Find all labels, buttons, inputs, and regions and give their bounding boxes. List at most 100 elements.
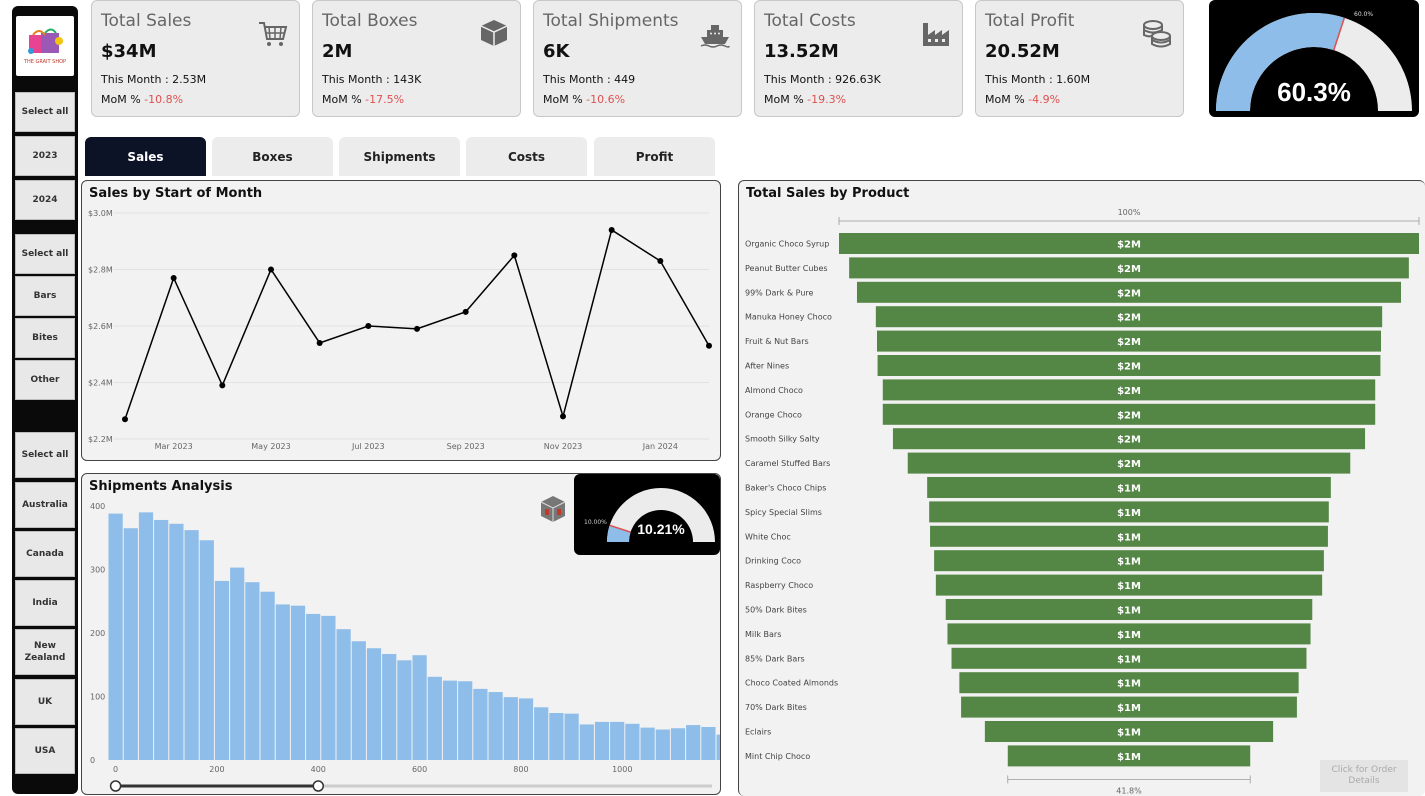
- category-select-all-button[interactable]: Select all: [15, 234, 75, 274]
- kpi-value: 13.52M: [764, 41, 839, 62]
- tab-profit[interactable]: Profit: [594, 137, 715, 176]
- kpi-mom-value: -10.8%: [144, 93, 184, 106]
- country-australia-button[interactable]: Australia: [15, 482, 75, 528]
- tab-costs[interactable]: Costs: [466, 137, 587, 176]
- product-label: 99% Dark & Pure: [745, 288, 814, 297]
- product-label: 85% Dark Bars: [745, 654, 805, 663]
- x-tick-label: 1000: [612, 765, 632, 774]
- product-data-label: $1M: [1117, 728, 1141, 739]
- sales-data-point: [414, 325, 420, 332]
- histogram-bar: [458, 681, 473, 760]
- range-slider-start-handle[interactable]: [109, 780, 122, 792]
- tab-sales[interactable]: Sales: [85, 137, 206, 176]
- histogram-bar: [397, 660, 412, 760]
- kpi-card-total-costs: Total Costs 13.52M This Month : 926.63K …: [754, 0, 963, 117]
- histogram-bar: [427, 676, 442, 760]
- histogram-bar: [169, 523, 184, 760]
- histogram-bar: [610, 721, 625, 760]
- kpi-card-total-profit: Total Profit 20.52M This Month : 1.60M M…: [975, 0, 1184, 117]
- category-other-button[interactable]: Other: [15, 360, 75, 400]
- sales-by-product-funnel-chart[interactable]: 100% Organic Choco Syrup $2M Peanut Butter …: [739, 181, 1425, 796]
- product-label: 70% Dark Bites: [745, 703, 807, 712]
- product-label: 50% Dark Bites: [745, 606, 807, 615]
- range-slider-end-handle[interactable]: [312, 780, 325, 792]
- gauge-target-label: 10.00%: [584, 519, 607, 526]
- sales-data-point: [268, 266, 274, 273]
- product-label: Mint Chip Choco: [745, 752, 810, 761]
- country-select-all-button[interactable]: Select all: [15, 432, 75, 478]
- country-uk-button[interactable]: UK: [15, 679, 75, 725]
- gauge-target-label: 60.0%: [1354, 11, 1373, 18]
- product-label: Fruit & Nut Bars: [745, 337, 809, 346]
- profit-margin-gauge: 60.0% 60.3%: [1209, 0, 1419, 117]
- x-tick-label: 600: [412, 765, 427, 774]
- kpi-mom: MoM % -10.6%: [543, 93, 625, 106]
- country-new-zealand-button[interactable]: New Zealand: [15, 629, 75, 675]
- country-usa-button[interactable]: USA: [15, 728, 75, 774]
- product-data-label: $1M: [1117, 703, 1141, 714]
- histogram-bar: [230, 567, 245, 760]
- histogram-bar: [336, 629, 351, 760]
- product-label: Eclairs: [745, 728, 771, 737]
- product-data-label: $2M: [1117, 435, 1141, 446]
- product-data-label: $1M: [1117, 484, 1141, 495]
- kpi-mom-label: MoM %: [764, 93, 808, 106]
- sales-by-month-panel: Sales by Start of Month $2.2M $2.4M $2.6M $…: [81, 180, 721, 461]
- sales-data-point: [560, 413, 566, 420]
- product-data-label: $1M: [1117, 532, 1141, 543]
- tab-shipments[interactable]: Shipments: [339, 137, 460, 176]
- sales-line-chart[interactable]: $2.2M $2.4M $2.6M $2.8M $3.0M Mar 2023 May 202…: [82, 181, 720, 460]
- y-tick-label: 0: [90, 756, 95, 765]
- dashboard: THE GRAIT SHOP Select all 2023 2024 Sele…: [0, 0, 1425, 796]
- shopping-bag-icon: [28, 28, 63, 54]
- order-details-button[interactable]: Click for Order Details: [1320, 760, 1408, 792]
- histogram-bar: [184, 530, 199, 760]
- product-label: After Nines: [745, 362, 789, 371]
- histogram-bar: [442, 680, 458, 760]
- y-tick-label: $2.2M: [88, 435, 113, 444]
- kpi-this-month: This Month : 1.60M: [985, 73, 1091, 86]
- year-2024-button[interactable]: 2024: [15, 180, 75, 220]
- kpi-title: Total Boxes: [322, 11, 418, 31]
- product-data-label: $1M: [1117, 654, 1141, 665]
- sales-series-line: [124, 228, 710, 420]
- x-tick-label: Sep 2023: [447, 442, 485, 451]
- y-tick-label: 200: [90, 629, 105, 638]
- product-data-label: $1M: [1117, 508, 1141, 519]
- kpi-value: 6K: [543, 41, 570, 62]
- product-label: Drinking Coco: [745, 557, 801, 566]
- tab-boxes[interactable]: Boxes: [212, 137, 333, 176]
- kpi-this-month: This Month : 926.63K: [764, 73, 881, 86]
- histogram-bar: [108, 513, 123, 760]
- sales-data-point: [608, 226, 615, 233]
- year-2023-button[interactable]: 2023: [15, 136, 75, 176]
- product-data-label: $2M: [1117, 264, 1141, 275]
- sales-data-point: [365, 323, 372, 329]
- kpi-this-month: This Month : 449: [543, 73, 636, 86]
- product-data-label: $2M: [1117, 386, 1141, 397]
- kpi-title: Total Shipments: [543, 11, 679, 31]
- category-bars-button[interactable]: Bars: [15, 276, 75, 316]
- histogram-bar: [579, 724, 594, 760]
- product-data-label: $1M: [1117, 606, 1141, 617]
- product-label: Caramel Stuffed Bars: [745, 459, 830, 468]
- category-bites-button[interactable]: Bites: [15, 318, 75, 358]
- histogram-bar: [412, 655, 427, 760]
- product-data-label: $2M: [1117, 288, 1141, 299]
- histogram-bar: [245, 582, 260, 760]
- x-tick-label: Jul 2023: [351, 442, 385, 451]
- sales-data-point: [316, 339, 323, 346]
- histogram-bar: [275, 604, 290, 760]
- sales-data-point: [170, 274, 177, 281]
- product-data-label: $1M: [1117, 581, 1141, 592]
- sales-data-point: [219, 382, 226, 389]
- country-canada-button[interactable]: Canada: [15, 531, 75, 577]
- histogram-bar: [123, 528, 138, 760]
- product-data-label: $1M: [1117, 752, 1141, 763]
- year-select-all-button[interactable]: Select all: [15, 92, 75, 132]
- histogram-bar: [138, 512, 154, 760]
- kpi-mom-value: -17.5%: [365, 93, 405, 106]
- product-data-label: $2M: [1117, 313, 1141, 324]
- country-india-button[interactable]: India: [15, 580, 75, 626]
- histogram-bar: [473, 688, 488, 760]
